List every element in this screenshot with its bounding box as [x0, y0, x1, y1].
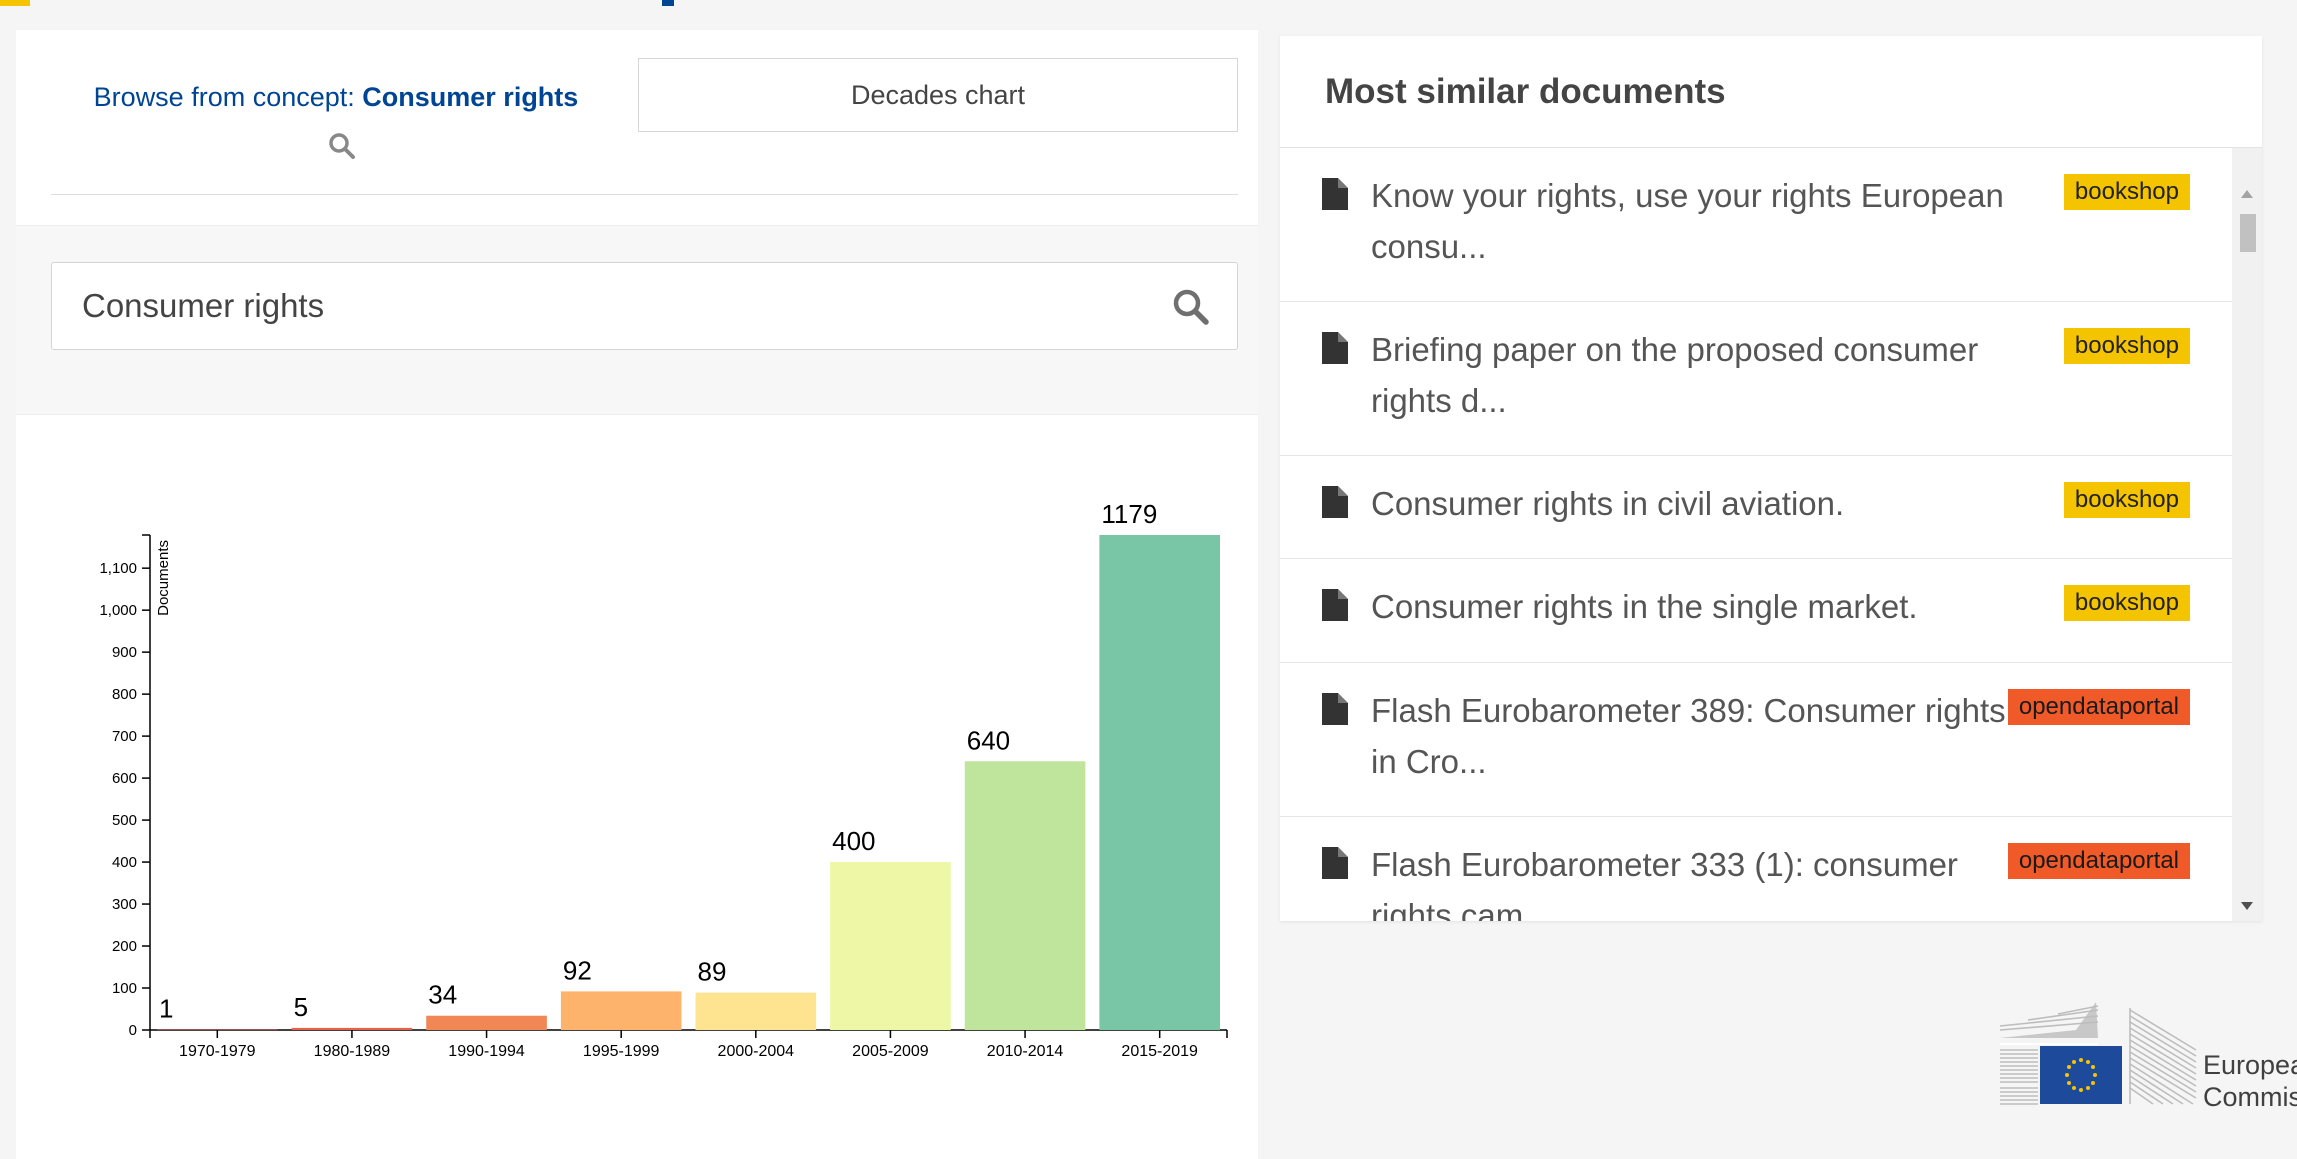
x-tick-label: 2005-2009 — [852, 1043, 929, 1060]
x-tick-label: 2015-2019 — [1121, 1043, 1198, 1060]
scroll-down-arrow[interactable] — [2241, 902, 2253, 910]
x-tick-label: 2010-2014 — [987, 1043, 1064, 1060]
document-list-item[interactable]: Briefing paper on the proposed consumer … — [1280, 302, 2232, 456]
tab-decades-label: Decades chart — [850, 79, 1026, 110]
bar — [830, 862, 951, 1030]
ec-logo-text-line1: Europea — [2203, 1050, 2297, 1080]
y-tick-label: 200 — [112, 938, 137, 955]
concept-search-input[interactable] — [52, 263, 1152, 349]
divider — [51, 194, 1238, 195]
file-icon — [1322, 589, 1348, 621]
bar — [291, 1027, 413, 1030]
y-tick-label: 900 — [112, 644, 137, 661]
file-icon — [1322, 847, 1348, 879]
y-axis-label: Documents — [155, 540, 172, 616]
source-badge: bookshop — [2063, 174, 2190, 210]
concept-panel: Browse from concept: Consumer rights Dec… — [16, 30, 1258, 1159]
bar — [695, 992, 817, 1030]
document-title-link[interactable]: Briefing paper on the proposed consumer … — [1371, 324, 2011, 426]
bar-value-label: 640 — [967, 725, 1010, 755]
y-tick-label: 700 — [112, 728, 137, 745]
y-tick-label: 100 — [112, 980, 137, 997]
ec-building-lines — [2000, 1002, 2098, 1038]
bar-value-label: 89 — [698, 957, 727, 987]
decades-bar-chart: Documents 0 100 200 300 400 500 600 700 800 900 1,0… — [99, 499, 1228, 1060]
document-title-link[interactable]: Consumer rights in the single market. — [1371, 581, 2011, 632]
accent-blue — [662, 0, 674, 6]
bar — [426, 1015, 547, 1030]
top-accent-bar — [0, 0, 2297, 6]
document-list-scrollbar[interactable] — [2232, 148, 2262, 921]
file-icon — [1322, 178, 1348, 210]
bar-value-label: 1179 — [1101, 499, 1157, 529]
y-tick-label: 400 — [112, 854, 137, 871]
y-tick-label: 1,100 — [99, 560, 137, 577]
eu-flag — [2040, 1046, 2122, 1104]
bar — [560, 991, 682, 1030]
source-badge: opendataportal — [2007, 689, 2190, 725]
source-badge: bookshop — [2063, 482, 2190, 518]
document-list-item[interactable]: Consumer rights in civil aviation. booksh… — [1280, 456, 2232, 559]
source-badge: opendataportal — [2007, 843, 2190, 879]
x-tick-label: 1980-1989 — [314, 1043, 391, 1060]
browse-concept-link[interactable]: Consumer rights — [362, 82, 578, 112]
document-list-item[interactable]: Flash Eurobarometer 333 (1): consumer ri… — [1280, 817, 2232, 921]
similar-documents-title: Most similar documents — [1325, 71, 1726, 111]
ec-logo-text-line2: Commis — [2203, 1082, 2297, 1112]
document-list-item[interactable]: Consumer rights in the single market. boo… — [1280, 559, 2232, 663]
bar-value-label: 1 — [159, 994, 173, 1024]
scroll-up-arrow[interactable] — [2241, 190, 2253, 198]
scroll-thumb[interactable] — [2240, 214, 2256, 252]
bar — [1099, 535, 1220, 1030]
bar-value-label: 5 — [294, 992, 308, 1022]
ec-right-stripes — [2129, 1008, 2197, 1105]
bar-value-label: 34 — [428, 980, 457, 1010]
source-badge: bookshop — [2063, 585, 2190, 621]
x-tick-label: 2000-2004 — [718, 1043, 795, 1060]
bar-value-label: 92 — [563, 955, 592, 985]
similar-documents-panel: Most similar documents Know your rights,… — [1280, 36, 2262, 921]
tab-decades-chart[interactable]: Decades chart — [638, 58, 1238, 132]
file-icon — [1322, 332, 1348, 364]
concept-search-box — [51, 262, 1238, 350]
document-title-link[interactable]: Consumer rights in civil aviation. — [1371, 478, 2011, 529]
x-tick-label: 1990-1994 — [448, 1043, 525, 1060]
y-tick-label: 0 — [129, 1022, 137, 1039]
document-title-link[interactable]: Flash Eurobarometer 333 (1): consumer ri… — [1371, 839, 2011, 921]
source-badge: bookshop — [2063, 328, 2190, 364]
bar-value-label: 400 — [832, 826, 875, 856]
document-title-link[interactable]: Flash Eurobarometer 389: Consumer rights… — [1371, 685, 2011, 787]
y-tick-label: 800 — [112, 686, 137, 703]
file-icon — [1322, 693, 1348, 725]
similar-documents-header: Most similar documents — [1280, 36, 2262, 148]
document-list: Know your rights, use your rights Europe… — [1280, 148, 2232, 921]
document-list-item[interactable]: Know your rights, use your rights Europe… — [1280, 148, 2232, 302]
search-icon[interactable] — [1171, 287, 1211, 327]
search-section — [16, 225, 1258, 415]
x-tick-label: 1995-1999 — [583, 1043, 660, 1060]
file-icon — [1322, 486, 1348, 518]
browse-from-concept: Browse from concept: Consumer rights — [66, 80, 606, 114]
y-tick-label: 500 — [112, 812, 137, 829]
search-icon[interactable] — [326, 130, 358, 162]
y-tick-label: 600 — [112, 770, 137, 787]
bar — [964, 761, 1086, 1030]
x-tick-label: 1970-1979 — [179, 1043, 256, 1060]
document-list-item[interactable]: Flash Eurobarometer 389: Consumer rights… — [1280, 663, 2232, 817]
document-title-link[interactable]: Know your rights, use your rights Europe… — [1371, 170, 2011, 272]
y-tick-label: 1,000 — [99, 602, 137, 619]
y-tick-label: 300 — [112, 896, 137, 913]
browse-prefix: Browse from concept: — [93, 82, 363, 112]
accent-yellow — [0, 0, 30, 6]
